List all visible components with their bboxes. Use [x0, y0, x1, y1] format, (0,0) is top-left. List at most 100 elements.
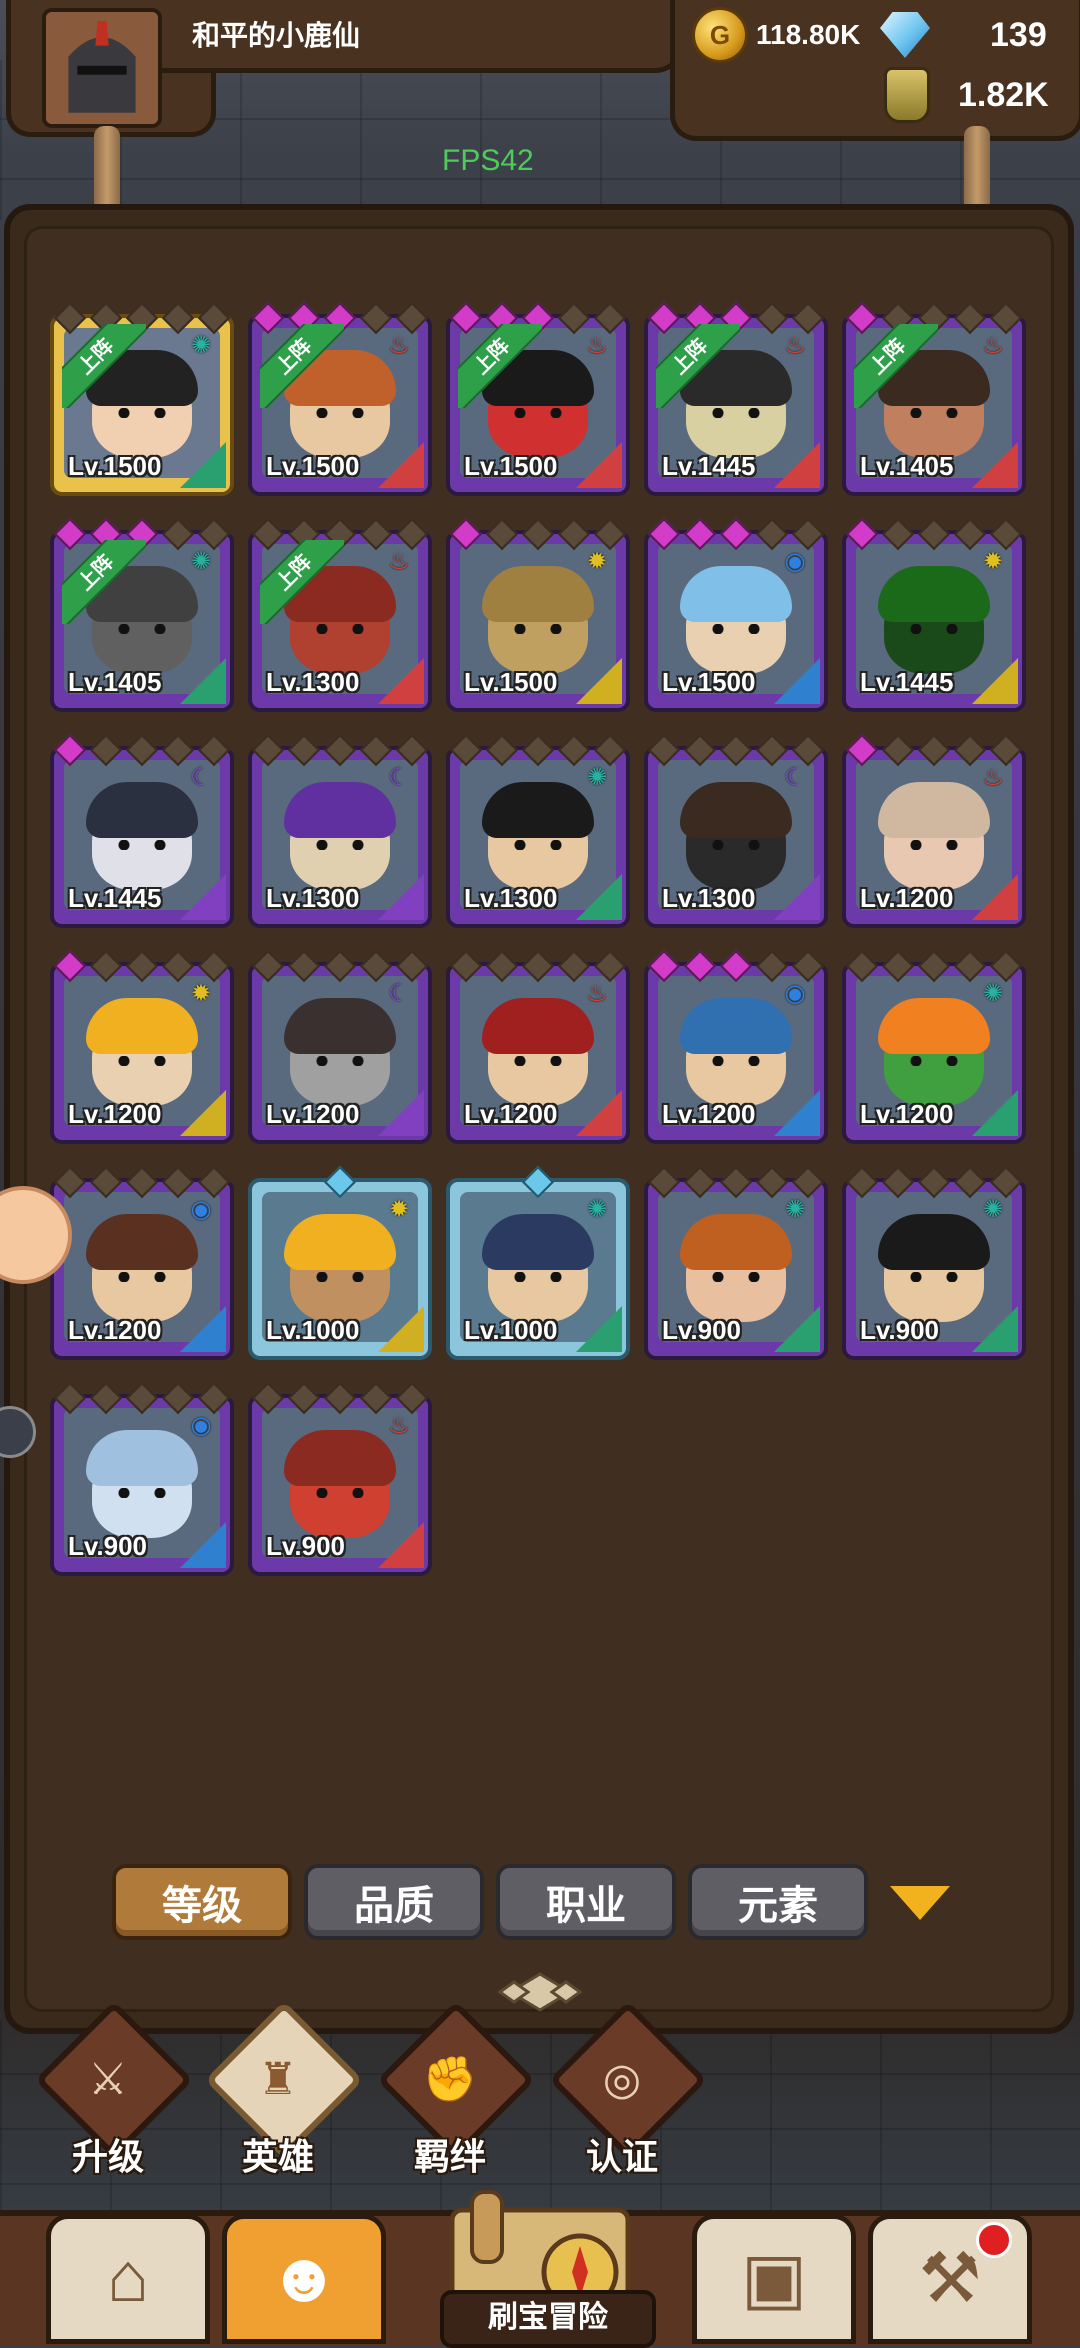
wind-element-icon: ✺: [586, 1195, 608, 1223]
hero-card[interactable]: ◉ Lv.900: [50, 1381, 234, 1576]
star-diamond-icon: [881, 517, 915, 551]
hero-card[interactable]: ✺ Lv.1200: [842, 949, 1026, 1144]
light-element-icon: ✹: [388, 1195, 410, 1223]
hero-card[interactable]: ☾ Lv.1300: [248, 733, 432, 928]
wind-element-icon: ✺: [190, 547, 212, 575]
hero-card[interactable]: ☾ Lv.1445: [50, 733, 234, 928]
hero-card[interactable]: 上阵 ♨ Lv.1405: [842, 301, 1026, 496]
hero-card[interactable]: ✺ Lv.900: [644, 1165, 828, 1360]
gem-counter[interactable]: 139: [880, 8, 1047, 62]
sub-nav-item[interactable]: ◎ 认证: [548, 2000, 708, 2177]
hero-card[interactable]: ✺ Lv.900: [842, 1165, 1026, 1360]
hero-card[interactable]: ✹ Lv.1000: [248, 1165, 432, 1360]
on-team-label: 上阵: [260, 324, 344, 408]
hero-card[interactable]: ✹ Lv.1200: [50, 949, 234, 1144]
wind-element-icon: ✺: [982, 1195, 1004, 1223]
star-diamond-icon: [719, 1165, 753, 1199]
gold-coin-icon: G: [692, 7, 748, 63]
gold-counter[interactable]: G 118.80K: [692, 7, 860, 63]
hero-eyes: [114, 408, 170, 418]
hero-hair: [284, 1430, 396, 1486]
hero-card[interactable]: ☾ Lv.1300: [644, 733, 828, 928]
potion-value: 1.82K: [958, 75, 1049, 114]
hero-hair: [86, 782, 198, 838]
star-diamond-icon: [449, 949, 483, 983]
dropdown-arrow-icon[interactable]: [890, 1886, 950, 1920]
hero-card[interactable]: ◉ Lv.1200: [50, 1165, 234, 1360]
hero-eyes: [510, 408, 566, 418]
hero-card[interactable]: ♨ Lv.1200: [446, 949, 630, 1144]
hero-level: Lv.1500: [68, 451, 162, 481]
adventure-button[interactable]: 刷宝冒险: [440, 2290, 656, 2348]
filter-tab[interactable]: 职业: [496, 1864, 676, 1940]
hero-card[interactable]: ✹ Lv.1445: [842, 517, 1026, 712]
hero-level: Lv.1300: [464, 883, 558, 913]
hero-card[interactable]: ✺ Lv.1000: [446, 1165, 630, 1360]
avatar[interactable]: [42, 8, 162, 128]
star-diamond-icon: [125, 949, 159, 983]
dark-element-icon: ☾: [388, 979, 410, 1007]
sub-nav-item[interactable]: ✊ 羁绊: [376, 2000, 536, 2177]
water-element-icon: ◉: [784, 979, 806, 1007]
star-diamond-icon: [53, 1381, 87, 1415]
hero-hair: [680, 1214, 792, 1270]
star-diamond-icon: [881, 733, 915, 767]
star-diamond-icon: [323, 949, 357, 983]
nav-hero[interactable]: ☻: [222, 2214, 386, 2344]
hero-level: Lv.1500: [662, 667, 756, 697]
hero-card[interactable]: 上阵 ✺ Lv.1500: [50, 301, 234, 496]
potion-counter[interactable]: 1.82K: [884, 67, 1049, 123]
star-diamond-icon: [449, 733, 483, 767]
nav-shop[interactable]: ⌂: [46, 2214, 210, 2344]
hero-card[interactable]: ♨ Lv.1200: [842, 733, 1026, 928]
hero-eyes: [312, 1272, 368, 1282]
hero-card[interactable]: ◉ Lv.1200: [644, 949, 828, 1144]
hero-level: Lv.1405: [68, 667, 162, 697]
hero-hair: [878, 998, 990, 1054]
on-team-label: 上阵: [62, 540, 146, 624]
filter-tab[interactable]: 元素: [688, 1864, 868, 1940]
hero-card[interactable]: 上阵 ♨ Lv.1445: [644, 301, 828, 496]
hero-card[interactable]: ☾ Lv.1200: [248, 949, 432, 1144]
star-diamond-icon: [89, 1165, 123, 1199]
star-diamond-icon: [917, 733, 951, 767]
star-diamond-icon: [521, 949, 555, 983]
rope-right: [964, 126, 990, 216]
fire-element-icon: ♨: [982, 331, 1004, 359]
hero-card[interactable]: ✹ Lv.1500: [446, 517, 630, 712]
hero-eyes: [312, 1056, 368, 1066]
hero-eyes: [114, 1056, 170, 1066]
hero-level: Lv.1300: [266, 667, 360, 697]
hero-level: Lv.1200: [68, 1099, 162, 1129]
hero-hair: [86, 998, 198, 1054]
star-diamond-icon: [521, 1165, 555, 1199]
star-diamond-icon: [125, 1165, 159, 1199]
hero-card[interactable]: ✺ Lv.1300: [446, 733, 630, 928]
hero-card[interactable]: 上阵 ♨ Lv.1300: [248, 517, 432, 712]
dark-element-icon: ☾: [388, 763, 410, 791]
sub-nav-item[interactable]: ♜ 英雄: [204, 2000, 364, 2177]
hero-card[interactable]: ◉ Lv.1500: [644, 517, 828, 712]
hero-card[interactable]: ♨ Lv.900: [248, 1381, 432, 1576]
hero-level: Lv.1200: [860, 1099, 954, 1129]
hero-hair: [284, 1214, 396, 1270]
hero-face-icon: ☻: [267, 2238, 341, 2316]
wind-element-icon: ✺: [586, 763, 608, 791]
nav-bag[interactable]: ▣: [692, 2214, 856, 2344]
star-diamond-icon: [251, 733, 285, 767]
hero-hair: [86, 1430, 198, 1486]
star-diamond-icon: [845, 517, 879, 551]
hero-card[interactable]: 上阵 ♨ Lv.1500: [248, 301, 432, 496]
sub-nav-item[interactable]: ⚔ 升级: [34, 2000, 194, 2177]
hero-level: Lv.1445: [68, 883, 162, 913]
filter-tab[interactable]: 品质: [304, 1864, 484, 1940]
hero-level: Lv.1200: [662, 1099, 756, 1129]
filter-tab[interactable]: 等级: [112, 1864, 292, 1940]
hero-level: Lv.900: [662, 1315, 742, 1345]
star-diamond-icon: [125, 1381, 159, 1415]
hero-level: Lv.1000: [266, 1315, 360, 1345]
hero-hair: [284, 998, 396, 1054]
hero-card[interactable]: 上阵 ♨ Lv.1500: [446, 301, 630, 496]
wind-element-icon: ✺: [784, 1195, 806, 1223]
hero-card[interactable]: 上阵 ✺ Lv.1405: [50, 517, 234, 712]
